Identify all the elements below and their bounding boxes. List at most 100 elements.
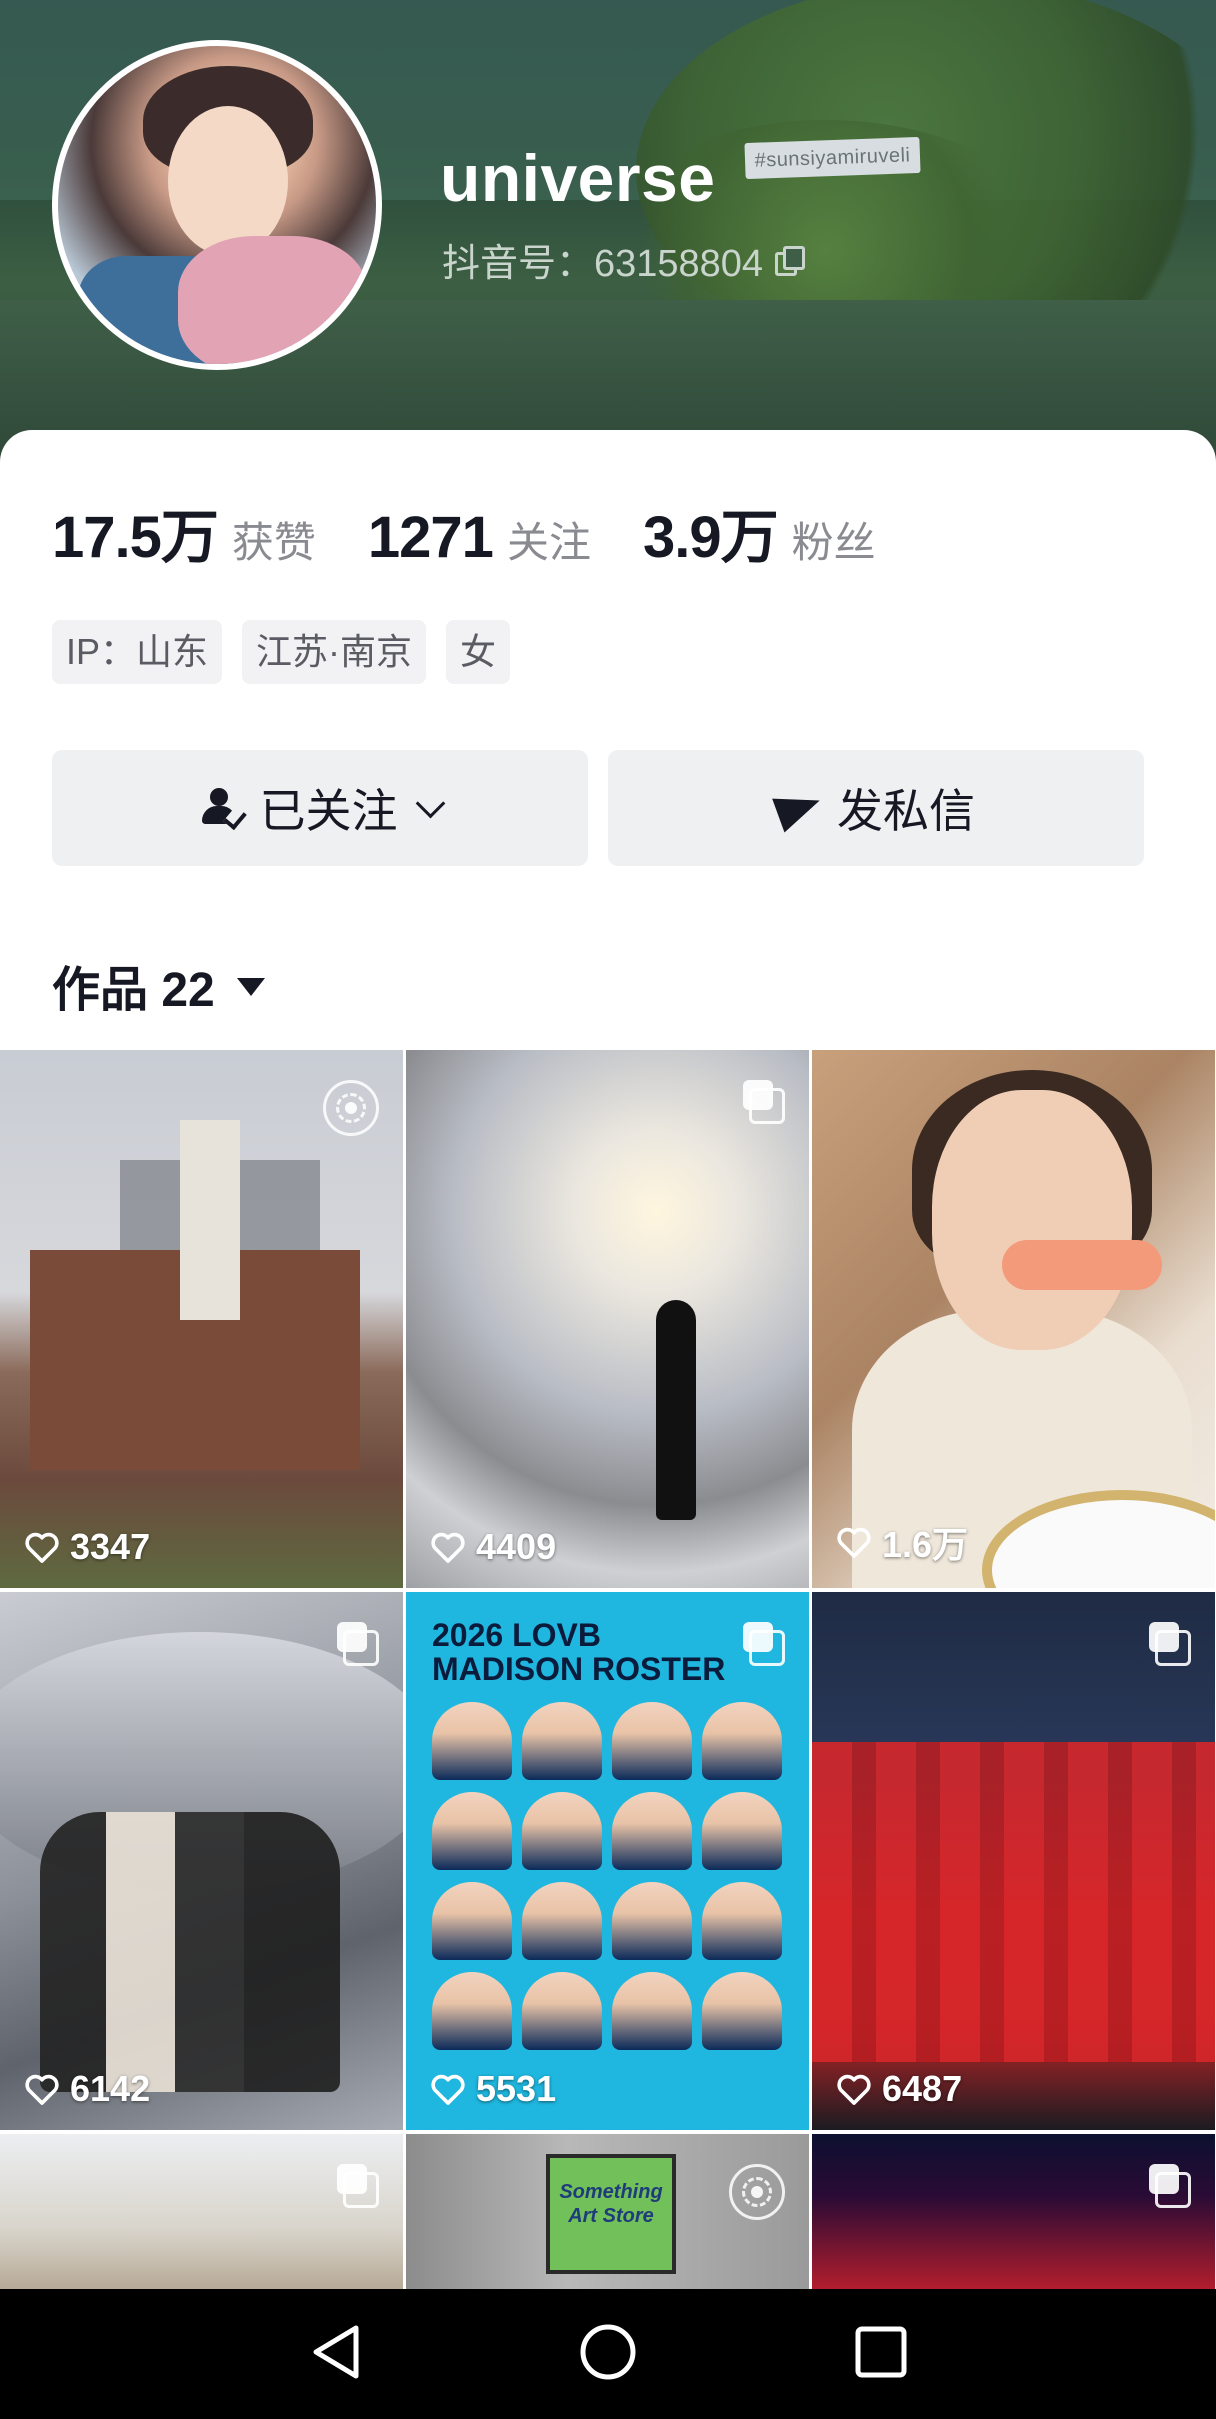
stat-likes[interactable]: 17.5万 获赞 xyxy=(52,490,316,574)
copy-icon[interactable] xyxy=(775,245,806,276)
like-count: 4409 xyxy=(430,1526,556,1568)
stat-fans-label: 粉丝 xyxy=(791,519,876,566)
tile-corner xyxy=(1149,2164,1191,2208)
profile-card: 17.5万 获赞 1271 关注 3.9万 粉丝 IP：山东 江苏·南京 女 已… xyxy=(0,430,1216,1050)
like-count-text: 4409 xyxy=(476,1526,557,1567)
roster-photo xyxy=(702,1882,782,1960)
video-tile[interactable]: 3347 xyxy=(0,1050,403,1588)
douyin-id: 抖音号：63158804 xyxy=(442,232,806,287)
tile-person xyxy=(656,1300,696,1520)
user-check-icon xyxy=(200,788,247,831)
roster-photo xyxy=(522,1702,602,1780)
like-count-text: 6142 xyxy=(70,2068,151,2109)
like-count: 1.6万 xyxy=(836,1516,968,1568)
multi-image-icon xyxy=(337,2164,379,2208)
video-tile[interactable] xyxy=(0,2134,403,2290)
send-icon xyxy=(772,783,826,833)
tile-sushi xyxy=(1002,1240,1162,1290)
multi-image-icon xyxy=(743,1622,785,1666)
live-photo-icon xyxy=(323,1080,379,1136)
tile-corner xyxy=(323,1080,379,1136)
heart-icon xyxy=(430,1531,466,1563)
video-tile[interactable]: 1.6万 xyxy=(812,1050,1215,1588)
video-tile[interactable]: 6142 xyxy=(0,1592,403,2130)
roster-photo xyxy=(522,1882,602,1960)
like-count-text: 1.6万 xyxy=(882,1524,969,1565)
roster-photo xyxy=(432,1972,512,2050)
roster-photo xyxy=(432,1882,512,1960)
stat-likes-label: 获赞 xyxy=(231,519,316,566)
like-count: 5531 xyxy=(430,2068,556,2110)
works-tab[interactable]: 作品 22 xyxy=(52,950,265,1020)
like-count: 6142 xyxy=(24,2068,150,2110)
tile-corner xyxy=(743,1080,785,1124)
roster-photo xyxy=(702,1972,782,2050)
avatar-scarf xyxy=(178,236,368,364)
roster-title-line2: MADISON ROSTER xyxy=(432,1651,726,1687)
like-count-text: 3347 xyxy=(70,1526,151,1567)
roster-title-line1: 2026 LOVB xyxy=(432,1617,601,1653)
video-tile[interactable] xyxy=(812,2134,1215,2290)
tile-corner xyxy=(337,1622,379,1666)
back-icon[interactable] xyxy=(308,2322,362,2387)
works-grid: 3347 4409 1.6万 6142 2026 LOVB MADISON RO… xyxy=(0,1050,1216,2290)
recent-apps-icon[interactable] xyxy=(854,2325,908,2384)
roster-photo xyxy=(702,1792,782,1870)
message-button[interactable]: 发私信 xyxy=(608,750,1144,866)
like-count-text: 5531 xyxy=(476,2068,557,2109)
multi-image-icon xyxy=(1149,2164,1191,2208)
home-icon[interactable] xyxy=(578,2322,638,2387)
tile-tower xyxy=(180,1120,240,1320)
tile-group xyxy=(40,1812,340,2092)
heart-icon xyxy=(836,2073,872,2105)
like-count-text: 6487 xyxy=(882,2068,963,2109)
video-tile[interactable]: Something Art Store xyxy=(406,2134,809,2290)
stat-following[interactable]: 1271 关注 xyxy=(368,504,591,571)
followed-button-label: 已关注 xyxy=(259,785,398,837)
multi-image-icon xyxy=(743,1080,785,1124)
video-tile[interactable]: 2026 LOVB MADISON ROSTER 5531 xyxy=(406,1592,809,2130)
cover-sign: #sunsiyamiruveli xyxy=(744,136,921,180)
tile-corner xyxy=(1149,1622,1191,1666)
roster-photo xyxy=(432,1792,512,1870)
profile-tags: IP：山东 江苏·南京 女 xyxy=(52,620,511,684)
system-nav-bar xyxy=(0,2289,1216,2419)
followed-button[interactable]: 已关注 xyxy=(52,750,588,866)
roster-grid xyxy=(432,1702,782,2050)
stat-fans[interactable]: 3.9万 粉丝 xyxy=(643,490,876,574)
roster-photo xyxy=(612,1882,692,1960)
roster-photo xyxy=(522,1972,602,2050)
heart-icon xyxy=(430,2073,466,2105)
tag-ip: IP：山东 xyxy=(52,620,223,684)
stat-following-label: 关注 xyxy=(506,519,591,566)
stats-row: 17.5万 获赞 1271 关注 3.9万 粉丝 xyxy=(52,490,928,574)
tag-location: 江苏·南京 xyxy=(242,620,427,684)
roster-title: 2026 LOVB MADISON ROSTER xyxy=(432,1618,725,1686)
roster-photo xyxy=(612,1792,692,1870)
tile-corner xyxy=(743,1622,785,1666)
username: universe xyxy=(440,141,716,215)
message-button-label: 发私信 xyxy=(837,785,975,837)
roster-photo xyxy=(432,1702,512,1780)
roster-photo xyxy=(612,1702,692,1780)
caret-down-icon xyxy=(236,978,265,996)
works-label: 作品 22 xyxy=(52,964,215,1017)
tag-gender: 女 xyxy=(446,620,511,684)
heart-icon xyxy=(24,2073,60,2105)
like-count: 6487 xyxy=(836,2068,962,2110)
heart-icon xyxy=(836,1526,872,1558)
tile-art-store-sign: Something Art Store xyxy=(546,2154,676,2274)
roster-photo xyxy=(612,1972,692,2050)
avatar[interactable] xyxy=(52,40,382,370)
like-count: 3347 xyxy=(24,1526,150,1568)
video-tile[interactable]: 6487 xyxy=(812,1592,1215,2130)
heart-icon xyxy=(24,1531,60,1563)
tile-corner xyxy=(337,2164,379,2208)
stat-following-value: 1271 xyxy=(367,505,494,570)
douyin-id-text: 抖音号：63158804 xyxy=(442,243,764,285)
stat-fans-value: 3.9万 xyxy=(642,505,779,570)
multi-image-icon xyxy=(337,1622,379,1666)
chevron-down-icon xyxy=(415,788,445,818)
tile-corner xyxy=(729,2164,785,2220)
video-tile[interactable]: 4409 xyxy=(406,1050,809,1588)
